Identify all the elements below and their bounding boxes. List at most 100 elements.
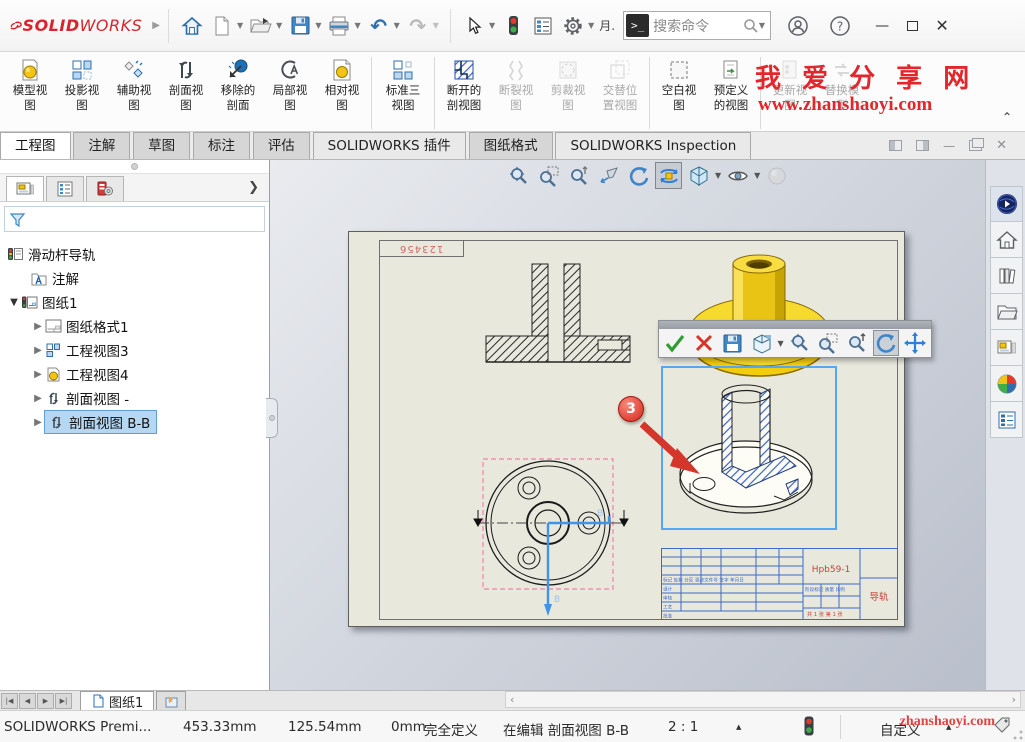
projected-view-button[interactable]: 投影视图 [56, 55, 108, 113]
empty-view-button[interactable]: 空白视图 [653, 55, 705, 113]
display-style-icon[interactable] [685, 162, 712, 189]
account-icon[interactable] [785, 13, 811, 39]
front-section-view[interactable] [474, 262, 654, 397]
options-gear-button[interactable] [560, 13, 586, 39]
tree-view3-row[interactable]: ▶ 工程视图3 [0, 338, 269, 362]
rotate-view-icon[interactable] [625, 162, 652, 189]
print-button[interactable] [326, 13, 352, 39]
redo-button[interactable]: ↷ [405, 13, 431, 39]
zoom-to-fit-icon[interactable] [505, 162, 532, 189]
redo-dropdown[interactable]: ▼ [433, 21, 439, 30]
file-explorer-tab[interactable] [990, 294, 1023, 330]
new-document-dropdown[interactable]: ▼ [237, 21, 243, 30]
display-style-dropdown[interactable]: ▼ [715, 171, 721, 180]
predefined-view-button[interactable]: 预定义的视图 [705, 55, 757, 113]
cancel-icon[interactable] [691, 330, 717, 356]
top-view-with-section-line[interactable]: B B [469, 454, 639, 619]
tab-addins[interactable]: SOLIDWORKS 插件 [313, 132, 466, 159]
accept-icon[interactable] [662, 330, 688, 356]
tab-dimension[interactable]: 标注 [193, 132, 250, 159]
tree-filter-box[interactable] [4, 206, 265, 232]
tab-inspection[interactable]: SOLIDWORKS Inspection [555, 132, 751, 159]
drawing-sheet[interactable]: 123456 [348, 231, 905, 627]
save-dropdown[interactable]: ▼ [315, 21, 321, 30]
hide-show-items-icon[interactable] [724, 162, 751, 189]
logo-flyout-arrow[interactable]: ▶ [152, 20, 160, 31]
tree-section-view-bb-row[interactable]: ▶ 剖面视图 B-B [0, 410, 269, 434]
new-document-button[interactable] [209, 13, 235, 39]
broken-out-section-button[interactable]: 断开的剖视图 [438, 55, 490, 113]
minimize-button[interactable]: — [867, 11, 897, 41]
removed-section-button[interactable]: 移除的剖面 [212, 55, 264, 113]
custom-properties-tab[interactable] [990, 402, 1023, 438]
select-dropdown[interactable]: ▼ [489, 21, 495, 30]
relative-view-button[interactable]: 相对视图 [316, 55, 368, 113]
zoom-in-out-icon[interactable] [565, 162, 592, 189]
popup-toolbar-drag-handle[interactable] [659, 321, 931, 329]
home-button[interactable] [179, 13, 205, 39]
pane-left-icon[interactable] [889, 140, 902, 151]
maximize-button[interactable] [897, 11, 927, 41]
open-dropdown[interactable]: ▼ [276, 21, 282, 30]
hide-show-dropdown[interactable]: ▼ [754, 171, 760, 180]
save-button[interactable] [287, 13, 313, 39]
prev-sheet-button[interactable]: ◀ [19, 693, 36, 709]
shaded-3d-part[interactable] [684, 252, 834, 378]
command-search[interactable]: >_ ▼ [623, 11, 771, 40]
detail-view-button[interactable]: 局部视图 [264, 55, 316, 113]
expand-arrow-icon[interactable]: ▶ [32, 321, 44, 332]
tag-icon[interactable] [993, 717, 1011, 733]
doc-restore-icon[interactable] [969, 140, 982, 151]
doc-close-icon[interactable]: ✕ [996, 138, 1007, 153]
graphics-area[interactable]: ▼ ▼ 123456 [270, 160, 985, 690]
traffic-light-icon[interactable] [500, 13, 526, 39]
first-sheet-button[interactable]: |◀ [1, 693, 18, 709]
tab-evaluate[interactable]: 评估 [253, 132, 310, 159]
search-input[interactable] [649, 18, 743, 34]
help-button[interactable]: ? [827, 13, 853, 39]
undo-button[interactable]: ↶ [366, 13, 392, 39]
configuration-manager-tab[interactable] [86, 176, 124, 201]
options-dropdown[interactable]: ▼ [588, 21, 594, 30]
next-sheet-button[interactable]: ▶ [37, 693, 54, 709]
close-button[interactable]: ✕ [927, 11, 957, 41]
solidworks-resources-tab[interactable] [990, 222, 1023, 258]
expand-arrow-icon[interactable]: ▶ [32, 369, 44, 380]
task-scheduler-button[interactable] [530, 13, 556, 39]
tree-section-view-row[interactable]: ▶ 剖面视图 - [0, 386, 269, 410]
tree-view4-row[interactable]: ▶ 工程视图4 [0, 362, 269, 386]
selected-tree-item[interactable]: 剖面视图 B-B [44, 410, 157, 434]
panel-splitter-handle[interactable] [266, 398, 278, 438]
pane-right-icon[interactable] [916, 140, 929, 151]
previous-view-icon[interactable] [595, 162, 622, 189]
expand-arrow-icon[interactable]: ▶ [32, 393, 44, 404]
scroll-right-icon[interactable]: › [1012, 693, 1016, 706]
tab-sketch[interactable]: 草图 [133, 132, 190, 159]
section-view-button[interactable]: 剖面视图 [160, 55, 212, 113]
appearances-tab[interactable] [990, 366, 1023, 402]
tab-sheet-format[interactable]: 图纸格式 [469, 132, 553, 159]
resize-grip[interactable] [1013, 730, 1023, 740]
tab-drawing[interactable]: 工程图 [0, 132, 71, 159]
search-dropdown[interactable]: ▼ [759, 21, 765, 30]
add-sheet-button[interactable] [156, 691, 186, 710]
tree-sheet-row[interactable]: ▼ 图纸1 [0, 290, 269, 314]
zoom-to-area-icon[interactable] [816, 330, 842, 356]
undo-dropdown[interactable]: ▼ [394, 21, 400, 30]
rotate-view-button[interactable] [873, 330, 899, 356]
tree-root-row[interactable]: 滑动杆导轨 [0, 242, 269, 266]
model-view-button[interactable]: 模型视图 [4, 55, 56, 113]
panel-collapse-strip[interactable] [0, 160, 269, 174]
3d-drawing-view-button[interactable] [655, 162, 682, 189]
panel-expand-chevron-icon[interactable]: ❯ [248, 180, 259, 195]
last-sheet-button[interactable]: ▶| [55, 693, 72, 709]
select-cursor-button[interactable] [461, 13, 487, 39]
status-scale[interactable]: 2 : 1 [668, 719, 698, 735]
3dexperience-tab[interactable] [990, 186, 1023, 222]
zoom-in-out-icon[interactable] [844, 330, 870, 356]
zoom-to-fit-icon[interactable] [787, 330, 813, 356]
scale-caret-icon[interactable]: ▲ [736, 723, 741, 731]
open-button[interactable] [248, 13, 274, 39]
expand-arrow-icon[interactable]: ▶ [32, 417, 44, 428]
design-library-tab[interactable] [990, 258, 1023, 294]
